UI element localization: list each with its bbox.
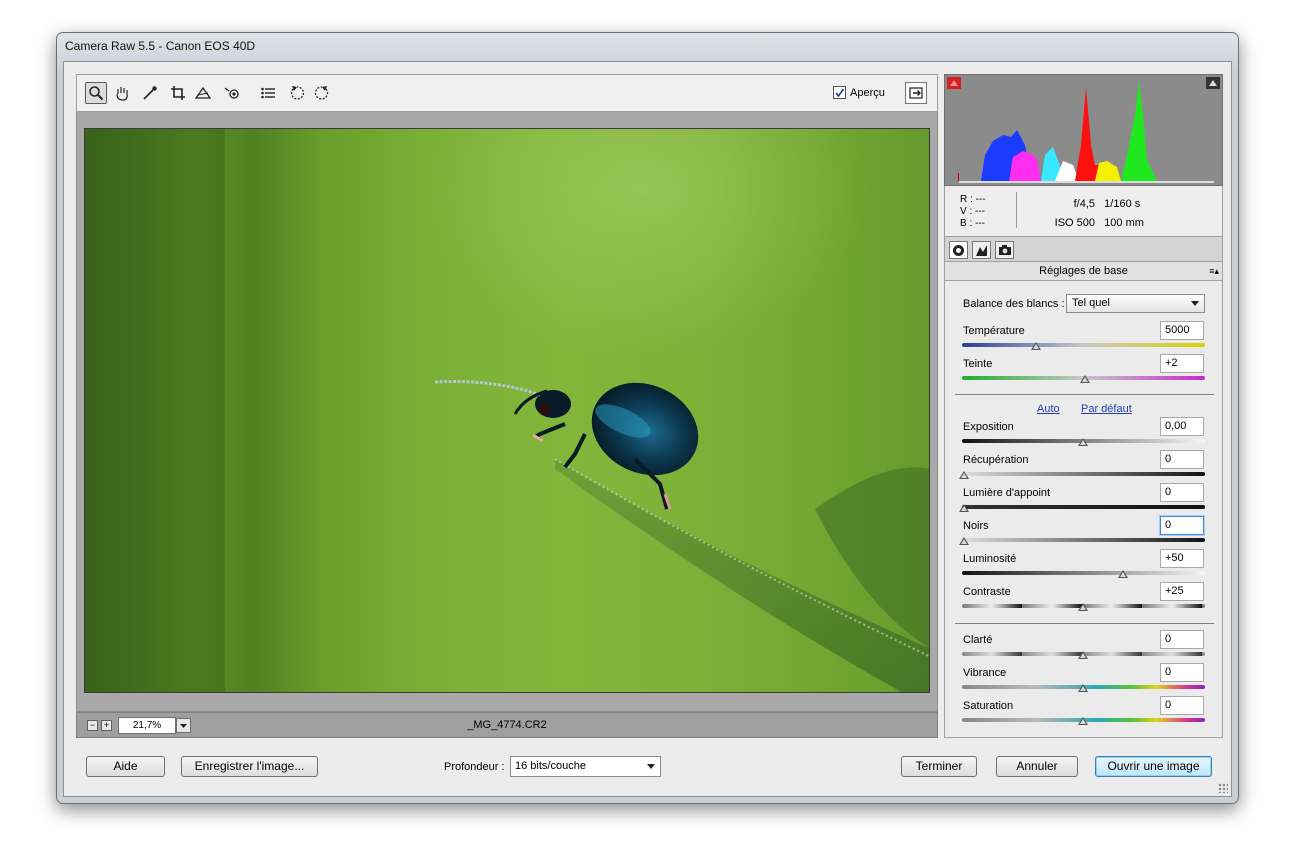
temperature-slider[interactable] — [962, 343, 1205, 347]
save-image-button[interactable]: Enregistrer l'image... — [181, 756, 318, 777]
window-title: Camera Raw 5.5 - Canon EOS 40D — [65, 39, 256, 53]
panel-menu-icon[interactable]: ≡▴ — [1209, 262, 1219, 280]
slider-label-exposure: Exposition — [963, 421, 1014, 433]
preview-status-bar: − + 21,7% _MG_4774.CR2 — [76, 712, 938, 738]
aperture: f/4,5 — [1073, 198, 1095, 210]
camera-calibration-tab-icon[interactable] — [995, 241, 1014, 259]
tint-field[interactable]: +2 — [1160, 354, 1204, 373]
vibrance-slider-thumb[interactable] — [1078, 684, 1088, 692]
image-preview-area — [76, 112, 938, 712]
clarity-slider-thumb[interactable] — [1078, 651, 1088, 659]
v-value: --- — [975, 206, 986, 217]
info-separator — [1016, 192, 1017, 228]
v-label: V : — [960, 206, 973, 217]
vibrance-field[interactable]: 0 — [1160, 663, 1204, 682]
slider-label-recovery: Récupération — [963, 454, 1029, 466]
clarity-field[interactable]: 0 — [1160, 630, 1204, 649]
brightness-slider[interactable] — [962, 571, 1205, 575]
section-divider — [955, 623, 1214, 624]
r-value: --- — [975, 194, 986, 205]
exposure-field[interactable]: 0,00 — [1160, 417, 1204, 436]
b-label: B : — [960, 218, 973, 229]
fill-light-slider[interactable] — [962, 505, 1205, 509]
done-button[interactable]: Terminer — [901, 756, 977, 777]
saturation-slider-thumb[interactable] — [1078, 717, 1088, 725]
open-image-button[interactable]: Ouvrir une image — [1095, 756, 1212, 777]
slider-label-vibrance: Vibrance — [963, 667, 1007, 679]
fill-light-slider-thumb[interactable] — [959, 504, 969, 512]
fullscreen-toggle-icon[interactable] — [905, 82, 927, 104]
r-label: R : — [960, 194, 973, 205]
temperature-field[interactable]: 5000 — [1160, 321, 1204, 340]
exposure-slider-thumb[interactable] — [1078, 438, 1088, 446]
basic-settings-panel: Balance des blancs : Tel quel Températur… — [944, 281, 1223, 738]
slider-label-tint: Teinte — [963, 358, 993, 370]
panel-header: Réglages de base ≡▴ — [944, 262, 1223, 281]
preview-checkbox[interactable] — [833, 86, 846, 99]
blacks-field[interactable]: 0 — [1160, 516, 1204, 535]
histogram — [944, 74, 1223, 186]
section-divider — [955, 394, 1214, 395]
panel-tabs — [944, 236, 1223, 262]
camera-raw-window: Camera Raw 5.5 - Canon EOS 40D Aperçu − … — [56, 32, 1239, 804]
slider-label-fill-light: Lumière d'appoint — [963, 487, 1051, 499]
slider-label-saturation: Saturation — [963, 700, 1014, 712]
histogram-graph — [958, 81, 1214, 183]
slider-label-brightness: Luminosité — [963, 553, 1017, 565]
contrast-slider-thumb[interactable] — [1078, 603, 1088, 611]
depth-label: Profondeur : — [444, 761, 505, 773]
basic-tab-icon[interactable] — [949, 241, 968, 259]
tone-curve-tab-icon[interactable] — [972, 241, 991, 259]
contrast-field[interactable]: +25 — [1160, 582, 1204, 601]
slider-label-temperature: Température — [963, 325, 1025, 337]
fill-light-field[interactable]: 0 — [1160, 483, 1204, 502]
iso: ISO 500 — [1054, 217, 1095, 229]
recovery-slider-thumb[interactable] — [959, 471, 969, 479]
slider-label-clarity: Clarté — [963, 634, 993, 646]
hand-icon[interactable] — [111, 82, 133, 104]
blacks-slider-thumb[interactable] — [959, 537, 969, 545]
saturation-field[interactable]: 0 — [1160, 696, 1204, 715]
file-name: _MG_4774.CR2 — [467, 719, 547, 731]
crop-icon[interactable] — [167, 82, 189, 104]
brightness-slider-thumb[interactable] — [1118, 570, 1128, 578]
rotate-right-icon[interactable] — [311, 82, 333, 104]
panel-title: Réglages de base — [1039, 265, 1128, 277]
focal-length: 100 mm — [1104, 217, 1144, 229]
white-balance-icon[interactable] — [139, 82, 161, 104]
chevron-down-icon — [1191, 301, 1199, 306]
photo-preview[interactable] — [84, 128, 930, 693]
temperature-slider-thumb[interactable] — [1031, 342, 1041, 350]
slider-label-blacks: Noirs — [963, 520, 989, 532]
help-button[interactable]: Aide — [86, 756, 165, 777]
zoom-icon[interactable] — [85, 82, 107, 104]
recovery-slider[interactable] — [962, 472, 1205, 476]
dialog-client: Aperçu − + 21,7% _MG_4774.CR2 R: --- V … — [63, 61, 1232, 797]
slider-label-contrast: Contraste — [963, 586, 1011, 598]
preferences-icon[interactable] — [257, 82, 279, 104]
red-eye-icon[interactable] — [222, 82, 244, 104]
toolbar: Aperçu — [76, 74, 938, 112]
tint-slider-thumb[interactable] — [1080, 375, 1090, 383]
brightness-field[interactable]: +50 — [1160, 549, 1204, 568]
chevron-down-icon — [647, 764, 655, 769]
auto-link[interactable]: Auto — [1037, 403, 1060, 415]
white-balance-select[interactable]: Tel quel — [1066, 294, 1205, 313]
straighten-icon[interactable] — [192, 82, 214, 104]
b-value: --- — [975, 218, 986, 229]
beetle-on-leaf-image — [85, 129, 929, 692]
blacks-slider[interactable] — [962, 538, 1205, 542]
resize-grip[interactable] — [1218, 783, 1228, 793]
recovery-field[interactable]: 0 — [1160, 450, 1204, 469]
white-balance-value: Tel quel — [1072, 297, 1110, 309]
preview-label: Aperçu — [850, 87, 885, 99]
cancel-button[interactable]: Annuler — [996, 756, 1078, 777]
rotate-left-icon[interactable] — [286, 82, 308, 104]
shutter-speed: 1/160 s — [1104, 198, 1141, 210]
default-link[interactable]: Par défaut — [1081, 403, 1132, 415]
depth-select[interactable]: 16 bits/couche — [510, 756, 661, 777]
depth-value: 16 bits/couche — [515, 760, 586, 772]
camera-info: R : --- V : --- B : --- f/4,5 1/160 s IS… — [944, 186, 1223, 236]
white-balance-label: Balance des blancs : — [963, 298, 1065, 310]
